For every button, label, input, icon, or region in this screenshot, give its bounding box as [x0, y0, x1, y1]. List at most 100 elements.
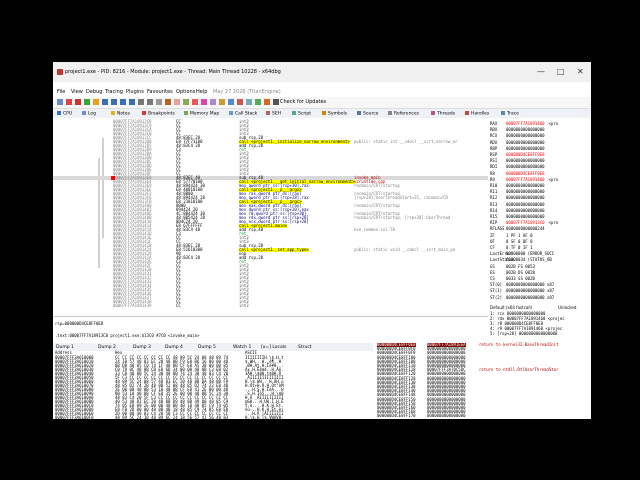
dump-row[interactable]: 00007FFF3A6100F0 48 89 5C 24 10 48 89 6C …	[53, 416, 373, 420]
menu-options[interactable]: Options	[176, 89, 195, 95]
tab-locals[interactable]: [x=] Locals	[261, 345, 286, 350]
bookmark-icon[interactable]	[192, 99, 198, 105]
tab-handles[interactable]: Handles	[465, 111, 489, 117]
tab-dump-5[interactable]: Dump 5	[198, 345, 216, 350]
registers-panel[interactable]: RAX 00007FF7A1891460 <pro RBX 00000000000000…	[488, 118, 591, 316]
maximize-button[interactable]: □	[557, 67, 565, 76]
close-button[interactable]: ✕	[577, 67, 584, 76]
tab-memory-map[interactable]: Memory Map	[184, 111, 219, 117]
label-icon[interactable]	[183, 99, 189, 105]
register-row[interactable]: RBX 0000000000000000	[490, 127, 549, 132]
settings-icon[interactable]	[255, 99, 261, 105]
tab-call-stack[interactable]: Call Stack	[229, 111, 257, 117]
run-to-user-code-icon[interactable]	[147, 99, 153, 105]
register-row[interactable]: R11 0000000000000000	[490, 189, 549, 194]
menu-file[interactable]: File	[57, 89, 65, 95]
register-row[interactable]: RSP 000000D4CE8FF0E8	[490, 152, 549, 157]
register-row[interactable]: R15 0000000000000000	[490, 214, 549, 219]
register-row[interactable]: LastStatusC0000034 (STATUS_OB	[490, 257, 556, 262]
tab-breakpoints[interactable]: Breakpoints	[142, 111, 175, 117]
register-row[interactable]: R10 0000000000000000	[490, 183, 549, 188]
tab-symbols[interactable]: Symbols	[322, 111, 347, 117]
register-row[interactable]: ST(1) 0000000000000000 x87	[490, 288, 558, 294]
register-row[interactable]: ZF 1 PF 1 AF 0	[490, 233, 537, 238]
calculator-icon[interactable]	[246, 99, 252, 105]
register-row[interactable]: R12 0000000000000000	[490, 195, 549, 200]
menu-tracing[interactable]: Tracing	[105, 89, 123, 95]
disassembly-view[interactable]: 00007FF7A18913C8 CC int3 00007FF7A18913C9 CC…	[53, 118, 488, 316]
tab-trace[interactable]: Trace	[501, 111, 519, 117]
register-row[interactable]: ST(0) 0000000000000000 x87	[490, 282, 558, 287]
tab-script[interactable]: Script	[292, 111, 311, 117]
tab-seh[interactable]: SEH	[266, 111, 281, 117]
register-row[interactable]: R13 0000000000000000	[490, 202, 549, 207]
step-over-icon[interactable]	[111, 99, 117, 105]
tab-dump-2[interactable]: Dump 2	[98, 345, 116, 350]
tab-log[interactable]: Log	[82, 111, 96, 117]
register-row[interactable]: R14 0000000000000000	[490, 208, 549, 213]
register-row[interactable]: R9 00007FF7A1891460 <pro	[490, 177, 558, 182]
register-value: 0000000000000000 x87	[506, 288, 555, 294]
register-row[interactable]: RAX 00007FF7A1891460 <pro	[490, 121, 558, 126]
run-icon[interactable]	[84, 99, 90, 105]
function-icon[interactable]	[201, 99, 207, 105]
menu-debug[interactable]: Debug	[86, 89, 102, 95]
plugin-icon[interactable]	[264, 99, 270, 105]
pause-icon[interactable]	[93, 99, 99, 105]
stack-row[interactable]: 000000D4CE8FF170 0000000000000000	[375, 414, 591, 418]
breakpoint-toggle-icon[interactable]	[165, 99, 171, 105]
register-row[interactable]: RDI 0000000000000000	[490, 164, 549, 169]
patch-icon[interactable]	[210, 99, 216, 105]
trace-over-icon[interactable]	[129, 99, 135, 105]
register-row[interactable]: CF 0 TF 0 IF 1	[490, 245, 537, 250]
stack-view[interactable]: 000000D4CE8FF0E8 00007FF7A1891EEA return t…	[375, 341, 591, 419]
trace-into-icon[interactable]	[120, 99, 126, 105]
check-updates-button[interactable]: Check for Updates	[280, 99, 326, 105]
calling-convention-select[interactable]: Default (x64 fastcall)	[490, 305, 532, 310]
restart-icon[interactable]	[66, 99, 72, 105]
menu-favourites[interactable]: Favourites	[147, 89, 173, 95]
register-row[interactable]: RBP 0000000000000000	[490, 146, 549, 151]
script-run-icon[interactable]	[219, 99, 225, 105]
register-row[interactable]: RCX 0000000000000000	[490, 133, 549, 138]
close-debug-icon[interactable]	[75, 99, 81, 105]
disasm-address: 00007FF7A1891439	[113, 303, 152, 308]
register-row[interactable]: ES 002B DS 002B	[490, 270, 539, 275]
minimize-button[interactable]: —	[537, 67, 545, 76]
command-icon[interactable]	[273, 99, 279, 105]
open-icon[interactable]	[57, 99, 63, 105]
tab-dump-3[interactable]: Dump 3	[133, 345, 151, 350]
register-row[interactable]: RDX 0000000000000000	[490, 140, 549, 145]
source-icon	[357, 111, 361, 115]
register-row[interactable]: RSI 0000000000000000	[490, 158, 549, 163]
strings-icon[interactable]	[237, 99, 243, 105]
menu-help[interactable]: Help	[196, 89, 207, 95]
menu-plugins[interactable]: Plugins	[126, 89, 144, 95]
register-row[interactable]: CS 0033 SS 002B	[490, 276, 539, 281]
threads-icon	[431, 111, 435, 115]
register-row[interactable]: ST(2) 0000000000000000 x87	[490, 295, 558, 300]
tab-references[interactable]: References	[388, 111, 419, 117]
register-row[interactable]: RIP 00007FF7A18913C0 <pro	[490, 220, 558, 225]
register-row[interactable]: R8 000000D4CE8FF0E8	[490, 171, 549, 176]
animate-icon[interactable]	[156, 99, 162, 105]
x64dbg-app-icon	[57, 69, 63, 75]
tab-cpu[interactable]: CPU	[57, 111, 72, 117]
tab-struct[interactable]: Struct	[298, 345, 312, 350]
tab-threads[interactable]: Threads	[431, 111, 455, 117]
register-row[interactable]: GS 002B FS 0053	[490, 264, 539, 269]
disasm-row[interactable]: 00007FF7A1891439 CC int3	[53, 304, 488, 308]
register-row[interactable]: LastError00000000 (ERROR_SUCC	[490, 251, 558, 256]
find-icon[interactable]	[228, 99, 234, 105]
unlocked-checkbox[interactable]: Unlocked	[558, 305, 576, 310]
comment-icon[interactable]	[174, 99, 180, 105]
dump-view[interactable]: Address Hex ASCII 00007FFF3A610000 CC CC …	[53, 351, 373, 419]
menu-view[interactable]: View	[71, 89, 83, 95]
register-row[interactable]: RFLAGS 0000000000000244	[490, 226, 549, 231]
execute-till-return-icon[interactable]	[138, 99, 144, 105]
tab-notes[interactable]: Notes	[111, 111, 130, 117]
register-row[interactable]: OF 0 SF 0 DF 0	[490, 239, 537, 244]
tab-dump-4[interactable]: Dump 4	[165, 345, 183, 350]
step-into-icon[interactable]	[102, 99, 108, 105]
tab-source[interactable]: Source	[357, 111, 378, 117]
